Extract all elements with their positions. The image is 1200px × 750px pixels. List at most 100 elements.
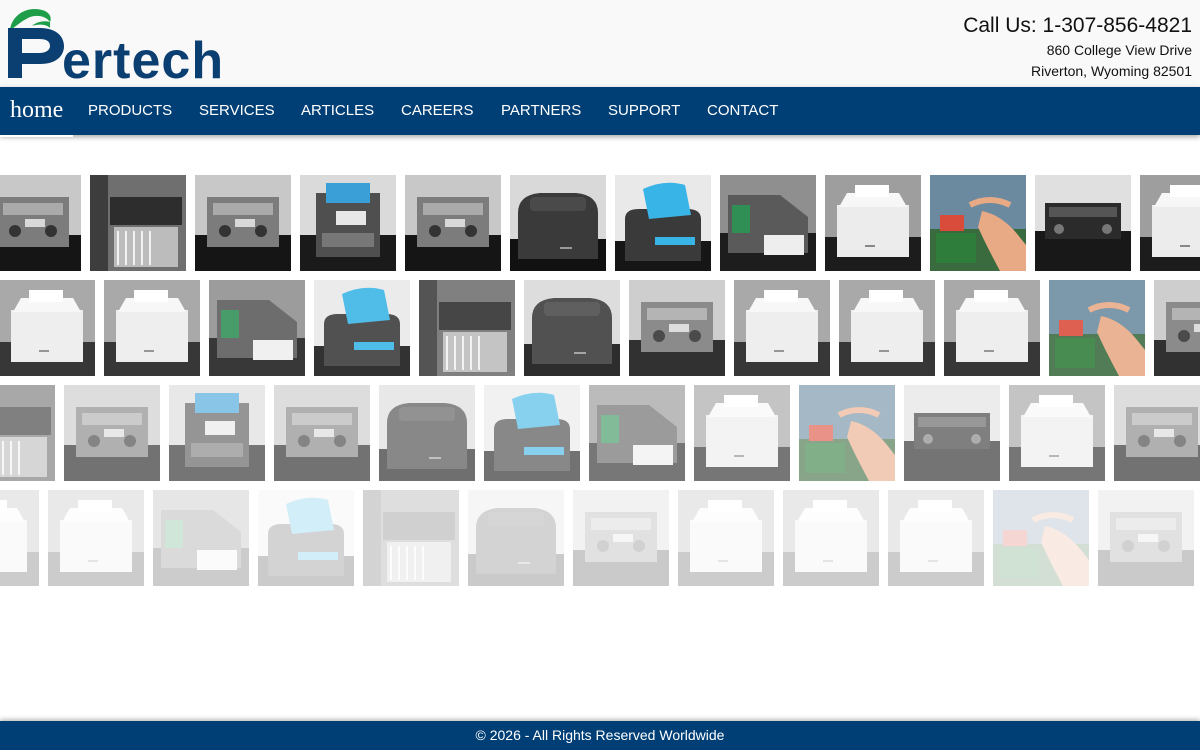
gallery-thumbnail-white-receipt-printer[interactable]	[694, 385, 790, 481]
logo-graphic: ertech	[8, 8, 223, 90]
gallery-thumbnail-slip-printer[interactable]	[209, 280, 305, 376]
gallery-thumbnail-dark-receipt-printer[interactable]	[524, 280, 620, 376]
gallery-thumbnail-printer-blue-paper[interactable]	[615, 175, 711, 271]
thumbnail-image	[405, 175, 501, 271]
address-line-2: Riverton, Wyoming 82501	[1031, 63, 1192, 79]
gallery-thumbnail-mechanism-black[interactable]	[904, 385, 1000, 481]
gallery-thumbnail-circuit-assembly[interactable]	[993, 490, 1089, 586]
thumbnail-image	[629, 280, 725, 376]
thumbnail-image	[0, 385, 55, 481]
thumbnail-image	[0, 175, 81, 271]
site-header: ertech Call Us: 1-307-856-4821 860 Colle…	[0, 0, 1200, 90]
thumbnail-image	[944, 280, 1040, 376]
gallery-thumbnail-circuit-assembly[interactable]	[799, 385, 895, 481]
gallery-thumbnail-white-receipt-printer[interactable]	[0, 280, 95, 376]
gallery-thumbnail-mechanism[interactable]	[629, 280, 725, 376]
phone-number[interactable]: Call Us: 1-307-856-4821	[963, 12, 1192, 40]
thumbnail-image	[153, 490, 249, 586]
thumbnail-image	[0, 490, 39, 586]
gallery-thumbnail-dark-receipt-printer[interactable]	[379, 385, 475, 481]
thumbnail-image	[1154, 280, 1200, 376]
nav-articles[interactable]: ARTICLES	[301, 87, 374, 135]
address-line-1: 860 College View Drive	[1046, 42, 1192, 58]
gallery-thumbnail-printer-rack[interactable]	[419, 280, 515, 376]
gallery-thumbnail-mechanism[interactable]	[195, 175, 291, 271]
gallery-thumbnail-mechanism-black[interactable]	[1035, 175, 1131, 271]
gallery-thumbnail-white-receipt-printer[interactable]	[734, 280, 830, 376]
gallery-thumbnail-printer-rack[interactable]	[90, 175, 186, 271]
copyright-text: © 2026 - All Rights Reserved Worldwide	[475, 727, 725, 743]
thumbnail-image	[720, 175, 816, 271]
pertech-logo[interactable]: ertech	[6, 6, 226, 90]
gallery-thumbnail-slip-printer[interactable]	[720, 175, 816, 271]
thumbnail-image	[573, 490, 669, 586]
site-footer: © 2026 - All Rights Reserved Worldwide	[0, 721, 1200, 750]
thumbnail-image	[1049, 280, 1145, 376]
nav-careers[interactable]: CAREERS	[401, 87, 474, 135]
thumbnail-image	[90, 175, 186, 271]
nav-products[interactable]: PRODUCTS	[88, 87, 172, 135]
gallery-thumbnail-printer-blue-paper[interactable]	[484, 385, 580, 481]
gallery-thumbnail-white-receipt-printer[interactable]	[0, 490, 39, 586]
nav-home[interactable]: home	[0, 87, 74, 137]
gallery-thumbnail-white-receipt-printer[interactable]	[678, 490, 774, 586]
gallery-thumbnail-printer-blue-paper[interactable]	[258, 490, 354, 586]
gallery-thumbnail-dark-receipt-printer[interactable]	[510, 175, 606, 271]
gallery-thumbnail-mechanism[interactable]	[573, 490, 669, 586]
gallery-thumbnail-dark-receipt-printer[interactable]	[468, 490, 564, 586]
gallery-thumbnail-circuit-assembly[interactable]	[930, 175, 1026, 271]
thumbnail-image	[484, 385, 580, 481]
gallery-thumbnail-mechanism[interactable]	[405, 175, 501, 271]
product-gallery	[0, 175, 1200, 590]
thumbnail-image	[0, 280, 95, 376]
main-nav: home PRODUCTS SERVICES ARTICLES CAREERS …	[0, 87, 1200, 137]
thumbnail-image	[825, 175, 921, 271]
thumbnail-image	[104, 280, 200, 376]
thumbnail-image	[363, 490, 459, 586]
gallery-thumbnail-white-receipt-printer[interactable]	[48, 490, 144, 586]
thumbnail-image	[1098, 490, 1194, 586]
gallery-row	[0, 385, 1200, 481]
gallery-thumbnail-white-receipt-printer[interactable]	[783, 490, 879, 586]
gallery-thumbnail-white-receipt-printer[interactable]	[825, 175, 921, 271]
gallery-thumbnail-kiosk-printer-blue[interactable]	[300, 175, 396, 271]
gallery-thumbnail-mechanism[interactable]	[1098, 490, 1194, 586]
gallery-thumbnail-mechanism[interactable]	[0, 175, 81, 271]
thumbnail-image	[1114, 385, 1200, 481]
nav-services[interactable]: SERVICES	[199, 87, 275, 135]
gallery-thumbnail-mechanism[interactable]	[64, 385, 160, 481]
thumbnail-image	[195, 175, 291, 271]
nav-support[interactable]: SUPPORT	[608, 87, 680, 135]
gallery-thumbnail-mechanism[interactable]	[1154, 280, 1200, 376]
gallery-thumbnail-slip-printer[interactable]	[153, 490, 249, 586]
thumbnail-image	[1035, 175, 1131, 271]
contact-block: Call Us: 1-307-856-4821 860 College View…	[963, 12, 1192, 82]
nav-partners[interactable]: PARTNERS	[501, 87, 581, 135]
gallery-thumbnail-mechanism[interactable]	[1114, 385, 1200, 481]
thumbnail-image	[589, 385, 685, 481]
thumbnail-image	[678, 490, 774, 586]
gallery-thumbnail-printer-blue-paper[interactable]	[314, 280, 410, 376]
gallery-thumbnail-kiosk-printer-blue[interactable]	[169, 385, 265, 481]
gallery-thumbnail-white-receipt-printer[interactable]	[1009, 385, 1105, 481]
thumbnail-image	[799, 385, 895, 481]
thumbnail-image	[274, 385, 370, 481]
thumbnail-image	[169, 385, 265, 481]
gallery-thumbnail-printer-rack[interactable]	[0, 385, 55, 481]
gallery-thumbnail-white-receipt-printer[interactable]	[944, 280, 1040, 376]
gallery-thumbnail-circuit-assembly[interactable]	[1049, 280, 1145, 376]
thumbnail-image	[888, 490, 984, 586]
thumbnail-image	[258, 490, 354, 586]
gallery-thumbnail-white-receipt-printer[interactable]	[888, 490, 984, 586]
nav-contact[interactable]: CONTACT	[707, 87, 778, 135]
thumbnail-image	[783, 490, 879, 586]
thumbnail-image	[510, 175, 606, 271]
thumbnail-image	[1140, 175, 1200, 271]
gallery-thumbnail-white-receipt-printer[interactable]	[104, 280, 200, 376]
gallery-thumbnail-white-receipt-printer[interactable]	[839, 280, 935, 376]
thumbnail-image	[209, 280, 305, 376]
gallery-thumbnail-white-receipt-printer[interactable]	[1140, 175, 1200, 271]
gallery-thumbnail-mechanism[interactable]	[274, 385, 370, 481]
gallery-thumbnail-printer-rack[interactable]	[363, 490, 459, 586]
gallery-thumbnail-slip-printer[interactable]	[589, 385, 685, 481]
